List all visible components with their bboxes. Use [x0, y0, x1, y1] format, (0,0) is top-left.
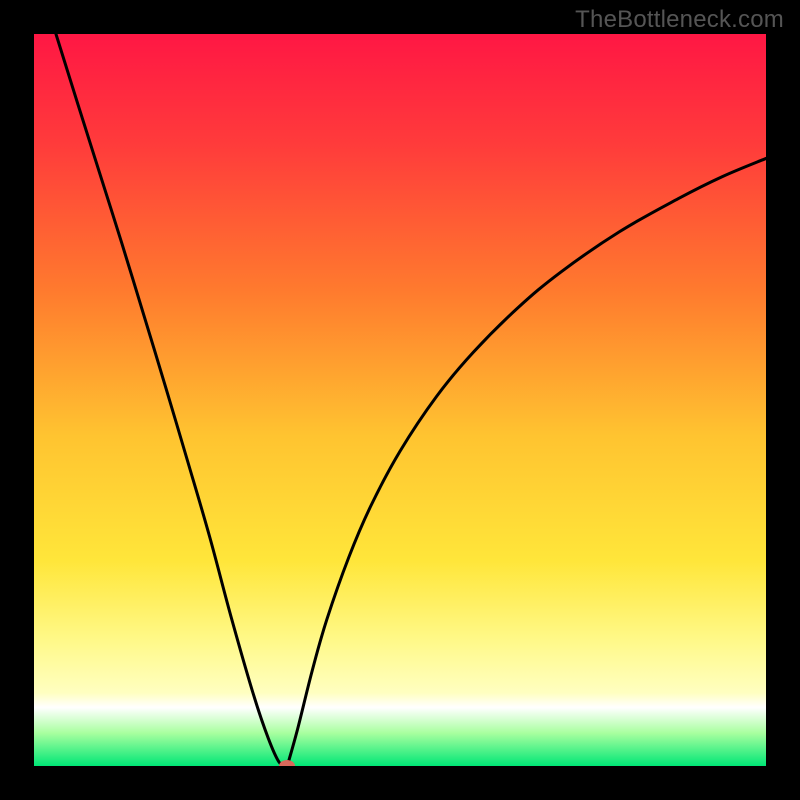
bottleneck-curve	[34, 34, 766, 766]
chart-frame: TheBottleneck.com	[0, 0, 800, 800]
watermark-text: TheBottleneck.com	[575, 6, 784, 34]
plot-area	[34, 34, 766, 766]
curve-right-branch	[287, 158, 766, 766]
optimum-marker	[279, 760, 295, 766]
curve-left-branch	[56, 34, 287, 766]
